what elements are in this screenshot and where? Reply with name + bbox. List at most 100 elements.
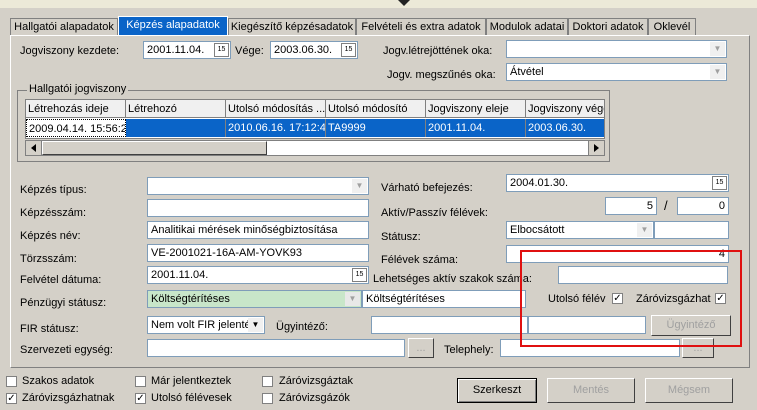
penzugyi-statusz-select[interactable]: Költségtérítéses ▼ bbox=[147, 290, 362, 308]
fir-statusz-select[interactable]: Nem volt FIR jelentés ▼ bbox=[147, 316, 265, 334]
hallgatoi-jogviszony-title: Hallgatói jogviszony bbox=[27, 82, 129, 96]
varhato-befejezes-label: Várható befejezés: bbox=[381, 182, 473, 194]
zarovizsgaztak-label: Záróvizsgáztak bbox=[279, 375, 353, 387]
jogv-letrejottenek-oka-label: Jogv.létrejöttének oka: bbox=[383, 45, 493, 57]
vege-value: 2003.06.30. bbox=[274, 44, 333, 56]
szakos-adatok-label: Szakos adatok bbox=[22, 375, 95, 387]
lehetseges-aktiv-szakok-label: Lehetséges aktív szakok száma: bbox=[373, 273, 532, 285]
calendar-icon[interactable]: 15 bbox=[341, 43, 356, 57]
calendar-icon[interactable]: 15 bbox=[712, 176, 727, 190]
zarovizsgazok-checkbox[interactable] bbox=[262, 393, 273, 404]
vege-label: Vége: bbox=[235, 45, 264, 57]
mentes-button[interactable]: Mentés bbox=[547, 378, 635, 403]
felvetel-datuma-value: 2001.11.04. bbox=[151, 269, 209, 281]
passziv-felevek-value: 0 bbox=[718, 200, 725, 212]
column-header[interactable]: Jogviszony eleje bbox=[426, 100, 526, 118]
scroll-thumb[interactable] bbox=[42, 141, 267, 155]
tab-felveteli-extra-adatok[interactable]: Felvételi és extra adatok bbox=[356, 18, 486, 35]
column-header[interactable]: Létrehozás ideje bbox=[26, 100, 126, 118]
utolso-felevesek-checkbox[interactable]: ✓ bbox=[135, 393, 146, 404]
zarovizsgazhatnak-label: Záróvizsgázhatnak bbox=[22, 392, 115, 404]
fir-statusz-label: FIR státusz: bbox=[20, 323, 79, 335]
felvetel-datuma-label: Felvétel dátuma: bbox=[20, 274, 102, 286]
chevron-down-icon[interactable]: ▼ bbox=[710, 65, 725, 79]
ugyintezo-field[interactable] bbox=[371, 316, 528, 334]
grid-horizontal-scrollbar[interactable] bbox=[25, 140, 605, 156]
utolso-felevesek-label: Utolsó félévesek bbox=[151, 392, 232, 404]
tab-modulok-adatai[interactable]: Modulok adatai bbox=[486, 18, 568, 35]
hallgatoi-jogviszony-grid[interactable]: Létrehozás ideje Létrehozó Utolsó módosí… bbox=[25, 99, 605, 139]
chevron-down-icon[interactable]: ▼ bbox=[248, 318, 263, 332]
kepzes-tipus-select[interactable]: ▼ bbox=[147, 177, 369, 195]
zarovizsgaztak-checkbox[interactable] bbox=[262, 376, 273, 387]
kepzes-nev-label: Képzés név: bbox=[20, 230, 81, 242]
slash-separator: / bbox=[664, 198, 668, 213]
table-cell[interactable] bbox=[126, 119, 226, 137]
penzugyi-statusz-text: Költségtérítéses bbox=[362, 290, 526, 308]
jogv-megszunes-oka-value: Átvétel bbox=[510, 66, 544, 78]
table-cell[interactable]: 2001.11.04. bbox=[426, 119, 526, 137]
table-cell[interactable]: TA9999 bbox=[326, 119, 426, 137]
arrow-left-icon bbox=[31, 144, 36, 152]
aktiv-passziv-label: Aktív/Passzív félévek: bbox=[381, 207, 488, 219]
fir-statusz-value: Nem volt FIR jelentés bbox=[151, 319, 257, 331]
mar-jelentkeztek-checkbox[interactable] bbox=[135, 376, 146, 387]
statusz-select[interactable]: Elbocsátott ▼ bbox=[506, 221, 654, 239]
jogviszony-kezdete-value: 2001.11.04. bbox=[147, 44, 205, 56]
zarovizsgazhatnak-checkbox[interactable]: ✓ bbox=[6, 393, 17, 404]
chevron-down-icon[interactable]: ▼ bbox=[352, 179, 367, 193]
jogviszony-kezdete-label: Jogviszony kezdete: bbox=[20, 45, 120, 57]
table-cell[interactable]: 2010.06.16. 17:12:4 bbox=[226, 119, 326, 137]
chevron-down-icon[interactable]: ▼ bbox=[637, 223, 652, 237]
scroll-right-button[interactable] bbox=[588, 141, 604, 155]
tab-kepzes-alapadatok[interactable]: Képzés alapadatok bbox=[118, 16, 228, 36]
felvetel-datuma-field[interactable]: 2001.11.04. 15 bbox=[147, 266, 369, 284]
statusz-value: Elbocsátott bbox=[510, 224, 565, 236]
tab-oklevel[interactable]: Oklevél bbox=[648, 18, 696, 35]
torzsszam-field[interactable]: VE-2001021-16A-AM-YOVK93 bbox=[147, 244, 369, 262]
column-header[interactable]: Utolsó módosító bbox=[326, 100, 426, 118]
chevron-down-icon[interactable]: ▼ bbox=[345, 292, 360, 306]
table-cell[interactable]: 2009.04.14. 15:56:2 bbox=[26, 119, 126, 137]
varhato-befejezes-value: 2004.01.30. bbox=[510, 177, 569, 189]
vege-field[interactable]: 2003.06.30. 15 bbox=[270, 41, 358, 59]
highlight-box bbox=[520, 250, 742, 347]
table-cell[interactable]: 2003.06.30. bbox=[526, 119, 604, 137]
jogviszony-kezdete-field[interactable]: 2001.11.04. 15 bbox=[143, 41, 231, 59]
megsem-button[interactable]: Mégsem bbox=[645, 378, 733, 403]
tab-doktori-adatok[interactable]: Doktori adatok bbox=[568, 18, 648, 35]
chevron-down-icon[interactable]: ▼ bbox=[710, 42, 725, 56]
szakos-adatok-checkbox[interactable] bbox=[6, 376, 17, 387]
kepzesszam-field[interactable] bbox=[147, 199, 369, 217]
penzugyi-statusz-label: Pénzügyi státusz: bbox=[20, 297, 107, 309]
szerkeszt-button[interactable]: Szerkeszt bbox=[457, 378, 537, 403]
kepzes-nev-field[interactable]: Analitikai mérések minőségbiztosítása bbox=[147, 221, 369, 239]
torzsszam-value: VE-2001021-16A-AM-YOVK93 bbox=[151, 247, 303, 259]
jogv-letrejottenek-oka-select[interactable]: ▼ bbox=[506, 40, 727, 58]
jogv-megszunes-oka-select[interactable]: Átvétel ▼ bbox=[506, 63, 727, 81]
mar-jelentkeztek-label: Már jelentkeztek bbox=[151, 375, 232, 387]
column-header[interactable]: Jogviszony vége bbox=[526, 100, 604, 118]
column-header[interactable]: Utolsó módosítás ... bbox=[226, 100, 326, 118]
arrow-right-icon bbox=[594, 144, 599, 152]
szervezeti-browse-button[interactable]: ... bbox=[408, 338, 434, 358]
szervezeti-egyseg-field[interactable] bbox=[147, 339, 405, 357]
calendar-icon[interactable]: 15 bbox=[214, 43, 229, 57]
telephely-label: Telephely: bbox=[444, 344, 494, 356]
column-header[interactable]: Létrehozó bbox=[126, 100, 226, 118]
torzsszam-label: Törzsszám: bbox=[20, 253, 77, 265]
felevek-szama-label: Félévek száma: bbox=[381, 254, 459, 266]
penzugyi-statusz-value: Költségtérítéses bbox=[151, 293, 230, 305]
top-strip bbox=[0, 0, 757, 8]
statusz-extra-field bbox=[654, 221, 729, 239]
aktiv-felevek-value: 5 bbox=[646, 200, 653, 212]
tab-kiegeszito-kepzesadatok[interactable]: Kiegészítő képzésadatok bbox=[228, 18, 356, 35]
ugyintezo-label: Ügyintéző: bbox=[276, 321, 328, 333]
passziv-felevek-field[interactable]: 0 bbox=[677, 197, 729, 215]
scroll-left-button[interactable] bbox=[26, 141, 42, 155]
kepzesszam-label: Képzésszám: bbox=[20, 207, 87, 219]
calendar-icon[interactable]: 15 bbox=[352, 268, 367, 282]
varhato-befejezes-field[interactable]: 2004.01.30. 15 bbox=[506, 174, 729, 192]
tab-hallgatoi-alapadatok[interactable]: Hallgatói alapadatok bbox=[10, 18, 118, 35]
aktiv-felevek-field[interactable]: 5 bbox=[605, 197, 657, 215]
